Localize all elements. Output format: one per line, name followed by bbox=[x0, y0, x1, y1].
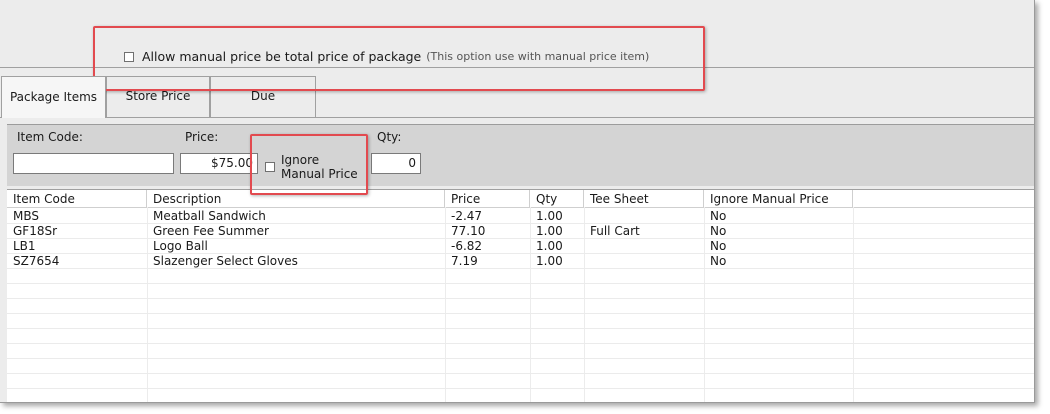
column-header-tee-sheet[interactable]: Tee Sheet bbox=[584, 190, 704, 207]
manual-price-total-checkbox[interactable] bbox=[124, 51, 134, 62]
cell-item-code: GF18Sr bbox=[13, 224, 58, 238]
tab-due[interactable]: Due bbox=[210, 76, 316, 117]
table-row[interactable]: MBS Meatball Sandwich -2.47 1.00 No bbox=[7, 208, 1034, 224]
empty-row bbox=[7, 298, 1034, 314]
package-items-grid[interactable]: Item Code Description Price Qty Tee Shee… bbox=[7, 189, 1034, 402]
empty-row bbox=[7, 343, 1034, 359]
cell-qty: 1.00 bbox=[536, 224, 563, 238]
column-header-qty[interactable]: Qty bbox=[530, 190, 584, 207]
empty-row bbox=[7, 268, 1034, 284]
cell-ignore-manual-price: No bbox=[710, 224, 727, 238]
grid-header: Item Code Description Price Qty Tee Shee… bbox=[7, 190, 1034, 208]
item-code-input[interactable] bbox=[13, 153, 174, 174]
package-window: Allow manual price be total price of pac… bbox=[0, 0, 1035, 403]
empty-row bbox=[7, 358, 1034, 374]
cell-ignore-manual-price: No bbox=[710, 254, 727, 268]
manual-price-total-label[interactable]: Allow manual price be total price of pac… bbox=[142, 49, 421, 64]
tab-due-label: Due bbox=[250, 89, 276, 103]
cell-tee-sheet bbox=[584, 208, 590, 223]
cell-tee-sheet: Full Cart bbox=[590, 224, 640, 238]
ignore-manual-price-checkbox[interactable] bbox=[265, 162, 275, 172]
manual-price-total-note: (This option use with manual price item) bbox=[426, 50, 650, 63]
price-input[interactable]: $75.00 bbox=[180, 153, 258, 174]
empty-row bbox=[7, 373, 1034, 389]
cell-tee-sheet bbox=[584, 253, 590, 268]
table-row[interactable]: GF18Sr Green Fee Summer 77.10 1.00 Full … bbox=[7, 223, 1034, 239]
cell-qty: 1.00 bbox=[536, 254, 563, 268]
cell-description: Slazenger Select Gloves bbox=[153, 254, 298, 268]
cell-item-code: LB1 bbox=[13, 239, 36, 253]
section-divider bbox=[0, 67, 1034, 68]
tab-store-price-label: Store Price bbox=[125, 89, 191, 103]
tab-strip: Package Items Store Price Due bbox=[0, 76, 1034, 118]
column-header-price[interactable]: Price bbox=[445, 190, 530, 207]
cell-tee-sheet bbox=[584, 238, 590, 253]
ignore-manual-price-label-line1: Ignore bbox=[281, 153, 320, 167]
empty-row bbox=[7, 328, 1034, 344]
tab-store-price[interactable]: Store Price bbox=[106, 76, 210, 117]
empty-row bbox=[7, 283, 1034, 299]
ignore-manual-price-option[interactable]: Ignore Manual Price bbox=[265, 153, 358, 181]
qty-input[interactable]: 0 bbox=[371, 153, 421, 174]
cell-price: 77.10 bbox=[451, 224, 486, 238]
cell-description: Logo Ball bbox=[153, 239, 208, 253]
tab-content-border bbox=[0, 117, 1034, 118]
cell-price: -2.47 bbox=[451, 209, 483, 223]
item-code-label: Item Code: bbox=[17, 130, 83, 144]
cell-description: Green Fee Summer bbox=[153, 224, 269, 238]
column-header-item-code[interactable]: Item Code bbox=[7, 190, 147, 207]
cell-item-code: MBS bbox=[13, 209, 39, 223]
column-header-ignore-manual-price[interactable]: Ignore Manual Price bbox=[704, 190, 853, 207]
cell-description: Meatball Sandwich bbox=[153, 209, 266, 223]
table-row[interactable]: SZ7654 Slazenger Select Gloves 7.19 1.00… bbox=[7, 253, 1034, 269]
item-entry-panel: Item Code: Price: $75.00 Ignore Manual P… bbox=[7, 124, 1034, 186]
tab-package-items-label: Package Items bbox=[9, 90, 98, 104]
ignore-manual-price-label-line2: Manual Price bbox=[281, 167, 358, 181]
empty-row bbox=[7, 313, 1034, 329]
manual-price-total-option[interactable]: Allow manual price be total price of pac… bbox=[124, 49, 649, 64]
tab-package-items[interactable]: Package Items bbox=[1, 76, 106, 118]
table-row[interactable]: LB1 Logo Ball -6.82 1.00 No bbox=[7, 238, 1034, 254]
empty-row bbox=[7, 388, 1034, 402]
qty-label: Qty: bbox=[377, 130, 402, 144]
cell-ignore-manual-price: No bbox=[710, 209, 727, 223]
cell-price: -6.82 bbox=[451, 239, 483, 253]
column-header-description[interactable]: Description bbox=[147, 190, 445, 207]
cell-item-code: SZ7654 bbox=[13, 254, 60, 268]
cell-qty: 1.00 bbox=[536, 239, 563, 253]
cell-ignore-manual-price: No bbox=[710, 239, 727, 253]
cell-qty: 1.00 bbox=[536, 209, 563, 223]
cell-price: 7.19 bbox=[451, 254, 478, 268]
price-label: Price: bbox=[185, 130, 219, 144]
